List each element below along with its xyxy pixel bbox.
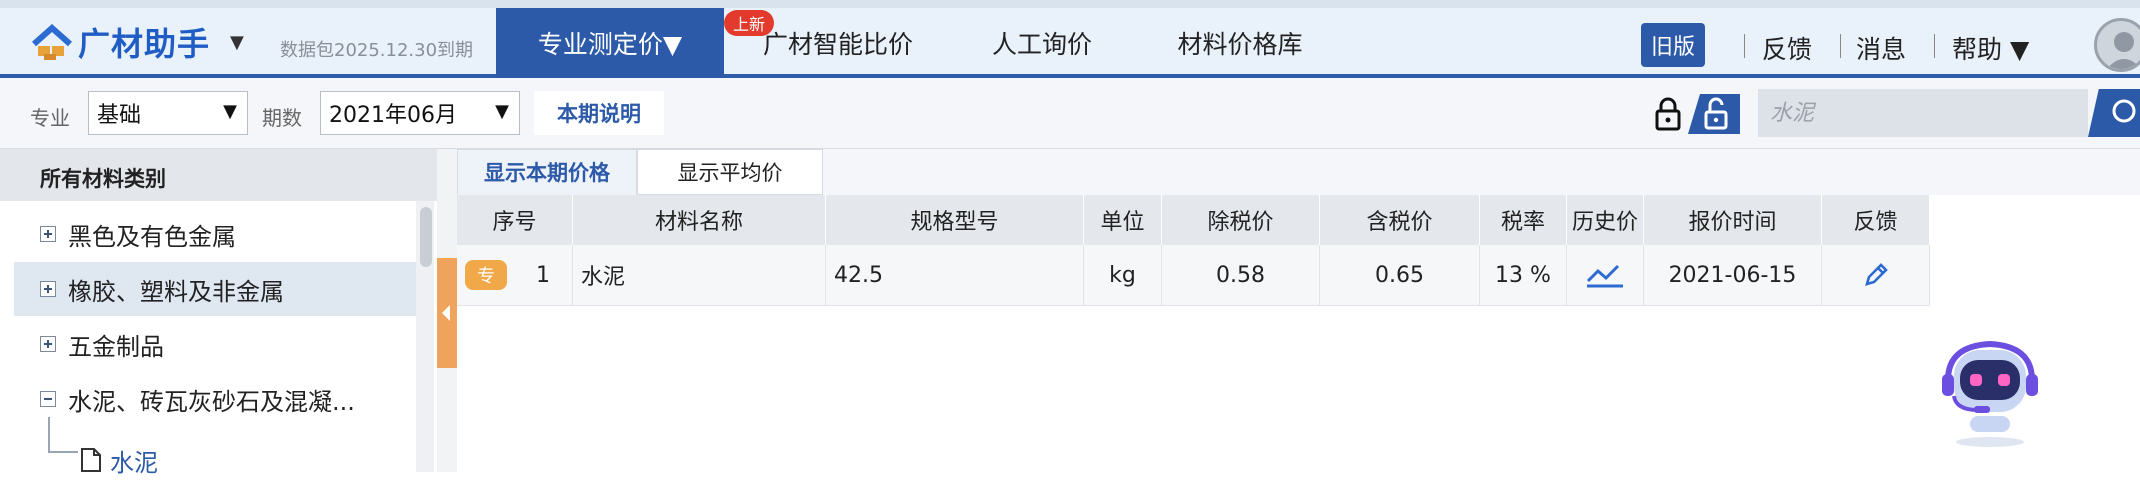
tree-item-ferrous-metals[interactable]: 黑色及有色金属 xyxy=(14,207,414,261)
nav-price-library[interactable]: 材料价格库 xyxy=(1150,8,1330,78)
scrollbar-thumb[interactable] xyxy=(420,207,432,267)
col-index: 序号 xyxy=(457,195,573,245)
tree-line xyxy=(48,417,50,451)
history-chart-icon[interactable] xyxy=(1585,261,1625,289)
table-row[interactable]: 专 1 水泥 42.5 kg 0.58 0.65 13 % 2021-06-15 xyxy=(457,245,1930,306)
app-logo[interactable]: 广材助手 ▼ xyxy=(30,22,244,63)
divider xyxy=(1840,34,1841,58)
nav-manual-inquiry[interactable]: 人工询价 xyxy=(968,8,1116,78)
robot-assistant-icon[interactable] xyxy=(1930,330,2050,450)
cell-index: 专 1 xyxy=(457,245,573,305)
specialty-value: 基础 xyxy=(97,103,142,128)
help-menu[interactable]: 帮助 ▼ xyxy=(1952,30,2029,66)
cell-unit: kg xyxy=(1084,245,1162,305)
edit-pencil-icon[interactable] xyxy=(1862,261,1890,289)
col-price-inc-tax: 含税价 xyxy=(1320,195,1480,245)
tab-current-price[interactable]: 显示本期价格 xyxy=(457,149,637,195)
search-box xyxy=(1758,89,2140,137)
lock-icon[interactable] xyxy=(1648,94,1688,134)
cell-spec: 42.5 xyxy=(826,245,1084,305)
col-unit: 单位 xyxy=(1084,195,1162,245)
specialty-label: 专业 xyxy=(30,106,70,130)
tree-item-label: 水泥、砖瓦灰砂石及混凝... xyxy=(68,387,355,416)
col-history: 历史价 xyxy=(1567,195,1644,245)
expand-icon[interactable] xyxy=(40,226,56,242)
package-expiry: 数据包2025.12.30到期 xyxy=(280,40,474,61)
file-icon xyxy=(81,448,101,472)
app-title: 广材助手 xyxy=(78,25,211,63)
col-price-ex-tax: 除税价 xyxy=(1162,195,1320,245)
table-header: 序号 材料名称 规格型号 单位 除税价 含税价 税率 历史价 报价时间 反馈 xyxy=(457,195,1930,245)
user-icon xyxy=(2106,32,2140,69)
divider xyxy=(1934,34,1935,58)
row-index: 1 xyxy=(536,262,550,288)
unlock-icon[interactable] xyxy=(1688,94,1740,134)
filter-bar: 专业 基础 ▼ 期数 2021年06月 ▼ 本期说明 xyxy=(0,78,2140,149)
specialty-tag: 专 xyxy=(465,260,507,290)
col-spec: 规格型号 xyxy=(826,195,1084,245)
tree-line xyxy=(48,451,78,453)
cell-price-ex-tax: 0.58 xyxy=(1162,245,1320,305)
search-icon xyxy=(2112,99,2136,123)
logo-icon xyxy=(32,23,72,60)
sidebar-title: 所有材料类别 xyxy=(0,149,437,201)
chevron-down-icon: ▼ xyxy=(495,101,509,122)
expand-icon[interactable] xyxy=(40,336,56,352)
period-label: 期数 xyxy=(262,106,302,130)
nav-professional-price[interactable]: 专业测定价▼ xyxy=(496,8,724,78)
period-value: 2021年06月 xyxy=(329,103,457,128)
category-sidebar: 所有材料类别 黑色及有色金属 橡胶、塑料及非金属 五金制品 水泥、砖瓦灰砂石及混… xyxy=(0,149,438,477)
col-feedback: 反馈 xyxy=(1822,195,1930,245)
specialty-select[interactable]: 基础 ▼ xyxy=(88,91,248,135)
avatar[interactable] xyxy=(2094,18,2140,72)
tree-item-label: 五金制品 xyxy=(68,332,164,361)
expand-icon[interactable] xyxy=(40,281,56,297)
cell-tax-rate: 13 % xyxy=(1480,245,1567,305)
divider xyxy=(1744,34,1745,58)
old-version-button[interactable]: 旧版 xyxy=(1641,23,1705,67)
search-input[interactable] xyxy=(1758,89,2088,137)
search-button[interactable] xyxy=(2088,89,2140,137)
tree-item-rubber-plastics[interactable]: 橡胶、塑料及非金属 xyxy=(14,262,416,316)
cell-quote-date: 2021-06-15 xyxy=(1644,245,1822,305)
nav-smart-compare[interactable]: 广材智能比价 xyxy=(740,8,936,78)
collapse-sidebar-handle[interactable] xyxy=(437,258,457,368)
messages-link[interactable]: 消息 xyxy=(1856,30,1906,66)
tree-item-hardware[interactable]: 五金制品 xyxy=(14,317,414,371)
cell-feedback xyxy=(1822,245,1930,305)
tree-item-label: 水泥 xyxy=(110,448,158,477)
cell-history xyxy=(1567,245,1644,305)
tree-item-cement[interactable]: 水泥 xyxy=(80,433,280,487)
col-tax-rate: 税率 xyxy=(1480,195,1567,245)
col-quote-date: 报价时间 xyxy=(1644,195,1822,245)
cell-name: 水泥 xyxy=(573,245,826,305)
top-nav-bar: 广材助手 ▼ 数据包2025.12.30到期 专业测定价▼ 上新 广材智能比价 … xyxy=(0,0,2140,78)
cell-price-inc-tax: 0.65 xyxy=(1320,245,1480,305)
col-name: 材料名称 xyxy=(573,195,826,245)
chevron-down-icon: ▼ xyxy=(223,101,237,122)
period-select[interactable]: 2021年06月 ▼ xyxy=(320,91,520,135)
tree-item-label: 橡胶、塑料及非金属 xyxy=(68,277,284,306)
chevron-down-icon[interactable]: ▼ xyxy=(230,32,244,53)
period-note-button[interactable]: 本期说明 xyxy=(534,91,664,135)
tree-item-cement-bricks[interactable]: 水泥、砖瓦灰砂石及混凝... xyxy=(14,372,414,426)
tab-average-price[interactable]: 显示平均价 xyxy=(637,149,823,195)
price-tabs: 显示本期价格 显示平均价 xyxy=(457,149,2140,195)
feedback-link[interactable]: 反馈 xyxy=(1762,30,1812,66)
tree-item-label: 黑色及有色金属 xyxy=(68,222,236,251)
collapse-icon[interactable] xyxy=(40,391,56,407)
